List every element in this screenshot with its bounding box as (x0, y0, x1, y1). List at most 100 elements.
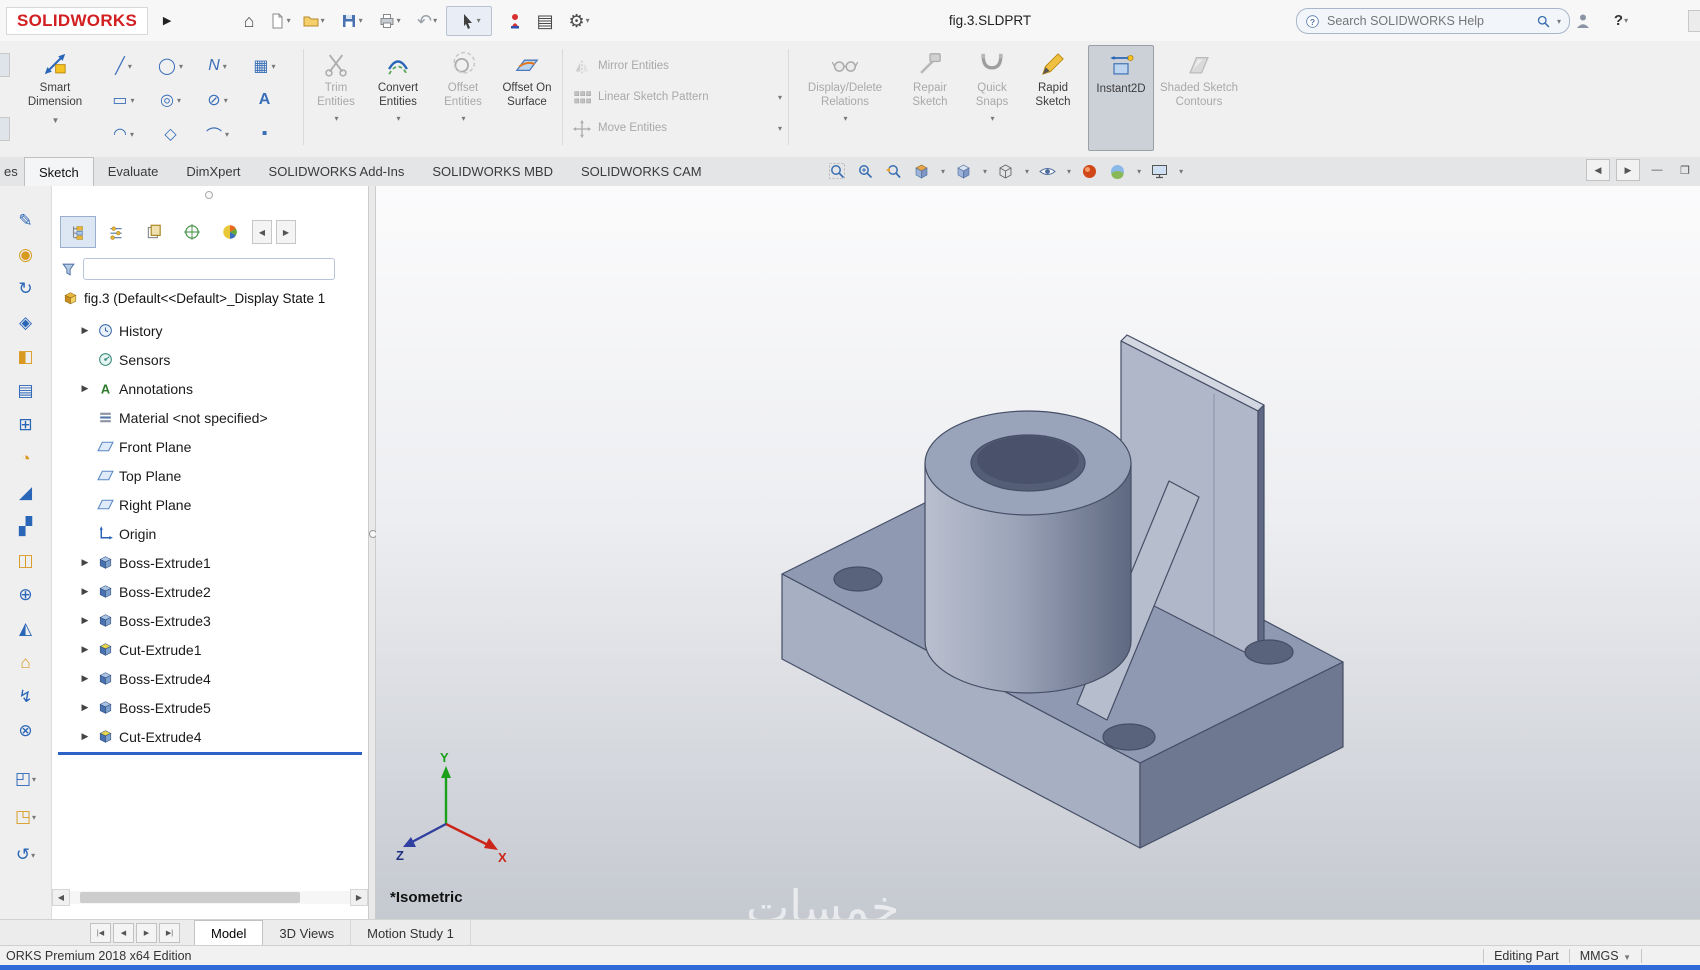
circle-tool-button[interactable]: ◯ ▾ (147, 49, 194, 83)
first-tab-button[interactable]: |◀ (90, 923, 111, 943)
tab-dimxpert[interactable]: DimXpert (172, 157, 254, 186)
expand-arrow-icon[interactable]: ▶ (78, 557, 92, 568)
search-icon[interactable] (1536, 14, 1551, 29)
help-search-box[interactable]: ▾ (1296, 8, 1570, 34)
hide-show-items-icon[interactable] (1038, 162, 1057, 181)
feature-tool-button[interactable]: ↺ ▾ (9, 836, 43, 874)
feature-tool-button[interactable]: ◉ (9, 238, 43, 272)
minimize-document-button[interactable]: — (1646, 160, 1668, 180)
mirror-entities-button[interactable]: Mirror Entities (568, 51, 782, 82)
expand-arrow-icon[interactable]: ▶ (78, 383, 92, 394)
last-tab-button[interactable]: ▶| (159, 923, 180, 943)
home-button[interactable]: ⌂ (234, 7, 264, 35)
next-tab-button[interactable]: ▶ (136, 923, 157, 943)
feature-tool-button[interactable]: ✎ (9, 204, 43, 238)
tree-item-boss-extrude4[interactable]: ▶ Boss-Extrude4 (52, 664, 368, 693)
tab-solidworks-cam[interactable]: SOLIDWORKS CAM (567, 157, 716, 186)
tree-item-boss-extrude1[interactable]: ▶ Boss-Extrude1 (52, 548, 368, 577)
feature-tool-button[interactable]: ⌂ (9, 646, 43, 680)
tree-item-top-plane[interactable]: ▶Top Plane (52, 461, 368, 490)
help-button[interactable]: ? ▾ (1606, 7, 1636, 35)
options-button[interactable]: ⚙ ▾ (560, 7, 598, 35)
collapse-right-pane-button[interactable]: ▶ (1616, 159, 1640, 181)
tree-item-cut-extrude1[interactable]: ▶ Cut-Extrude1 (52, 635, 368, 664)
tab-display-manager[interactable] (212, 216, 248, 248)
tree-horizontal-scrollbar[interactable]: ◀ ▶ (52, 888, 368, 906)
rollback-bar[interactable] (58, 752, 362, 755)
feature-tool-button[interactable]: ⊞ (9, 408, 43, 442)
feature-tool-button[interactable]: ◳ ▾ (9, 798, 43, 836)
scrollbar-track[interactable] (70, 890, 350, 904)
edge-clipped-button[interactable] (1688, 10, 1700, 32)
apply-scene-icon[interactable] (1108, 162, 1127, 181)
tab-evaluate[interactable]: Evaluate (94, 157, 173, 186)
scrollbar-thumb[interactable] (80, 891, 300, 903)
expand-arrow-icon[interactable]: ▶ (78, 325, 92, 336)
dropdown-arrow-icon[interactable]: ▼ (52, 116, 60, 125)
smart-dimension-button[interactable]: Smart Dimension ▼ (16, 45, 94, 151)
feature-tool-button[interactable]: ⊕ (9, 578, 43, 612)
tree-item-front-plane[interactable]: ▶Front Plane (52, 432, 368, 461)
section-view-icon[interactable] (912, 162, 931, 181)
line-tool-button[interactable]: ╱ ▾ (100, 49, 147, 83)
feature-tool-button[interactable]: ◫ (9, 544, 43, 578)
ellipse-tool-button[interactable]: ⊘ ▾ (194, 83, 241, 117)
feature-tool-button[interactable]: ↯ (9, 680, 43, 714)
tab-model[interactable]: Model (194, 920, 264, 946)
dropdown-arrow-icon[interactable]: ▾ (396, 114, 400, 123)
scroll-right-button[interactable]: ▶ (350, 888, 368, 906)
offset-entities-button[interactable]: Offset Entities ▾ (434, 45, 492, 151)
view-settings-icon[interactable] (1150, 162, 1169, 181)
help-search-input[interactable] (1325, 13, 1531, 29)
tree-item-sensors[interactable]: ▶Sensors (52, 345, 368, 374)
tree-item-origin[interactable]: ▶Origin (52, 519, 368, 548)
linear-sketch-pattern-button[interactable]: Linear Sketch Pattern ▾ (568, 82, 782, 113)
dropdown-arrow-icon[interactable]: ▾ (1067, 167, 1071, 176)
instant2d-button[interactable]: Instant2D (1088, 45, 1154, 151)
display-style-icon[interactable] (996, 162, 1015, 181)
collapse-left-pane-button[interactable]: ◀ (1586, 159, 1610, 181)
previous-view-icon[interactable] (884, 162, 903, 181)
undo-button[interactable]: ↶ ▾ (408, 7, 446, 35)
feature-tool-button[interactable]: ◭ (9, 612, 43, 646)
expand-arrow-icon[interactable]: ▶ (78, 731, 92, 742)
panel-tab-scroll-right[interactable]: ▶ (276, 220, 296, 244)
expand-arrow-icon[interactable]: ▶ (78, 615, 92, 626)
tab-dimxpert-manager[interactable] (174, 216, 210, 248)
graphics-viewport[interactable]: Y X Z *Isometric خمسات (376, 186, 1700, 919)
tree-item-boss-extrude2[interactable]: ▶ Boss-Extrude2 (52, 577, 368, 606)
tab-sketch[interactable]: Sketch (24, 157, 94, 186)
dropdown-arrow-icon[interactable]: ▾ (941, 167, 945, 176)
offset-on-surface-button[interactable]: Offset On Surface (496, 45, 558, 151)
expand-arrow-icon[interactable]: ▶ (78, 644, 92, 655)
tab-solidworks-addins[interactable]: SOLIDWORKS Add-Ins (255, 157, 419, 186)
tree-item-material[interactable]: ▶Material <not specified> (52, 403, 368, 432)
feature-tool-button[interactable]: ◧ (9, 340, 43, 374)
open-button[interactable]: ▾ (294, 7, 332, 35)
dropdown-arrow-icon[interactable]: ▾ (983, 167, 987, 176)
polygon-tool-button[interactable]: ◇ (147, 117, 194, 151)
tab-features-clipped[interactable]: es (0, 157, 24, 186)
view-orientation-icon[interactable] (954, 162, 973, 181)
zoom-to-fit-icon[interactable] (828, 162, 847, 181)
feature-tool-button[interactable]: ⊗ (9, 714, 43, 748)
convert-entities-button[interactable]: Convert Entities ▾ (366, 45, 430, 151)
rectangle-tool-button[interactable]: ▭ ▾ (100, 83, 147, 117)
zoom-to-area-icon[interactable] (856, 162, 875, 181)
tab-configuration-manager[interactable] (136, 216, 172, 248)
panel-divider[interactable] (368, 186, 376, 919)
new-document-button[interactable]: ▾ (264, 7, 294, 35)
dropdown-arrow-icon[interactable]: ▾ (1025, 167, 1029, 176)
slot-tool-button[interactable]: ◎ ▾ (147, 83, 194, 117)
feature-tool-button[interactable]: ▞ (9, 510, 43, 544)
spline-tool-button[interactable]: N ▾ (194, 49, 241, 83)
quick-snaps-button[interactable]: Quick Snaps ▾ (964, 45, 1020, 151)
part-model[interactable] (376, 186, 1700, 919)
shaded-sketch-contours-button[interactable]: Shaded Sketch Contours (1160, 45, 1238, 151)
dropdown-arrow-icon[interactable]: ▾ (1179, 167, 1183, 176)
repair-sketch-button[interactable]: Repair Sketch (900, 45, 960, 151)
feature-tool-button[interactable]: ◔ (9, 442, 43, 476)
panel-splitter-handle[interactable] (205, 191, 213, 199)
dropdown-arrow-icon[interactable]: ▾ (1557, 17, 1561, 26)
scroll-left-button[interactable]: ◀ (52, 888, 70, 906)
